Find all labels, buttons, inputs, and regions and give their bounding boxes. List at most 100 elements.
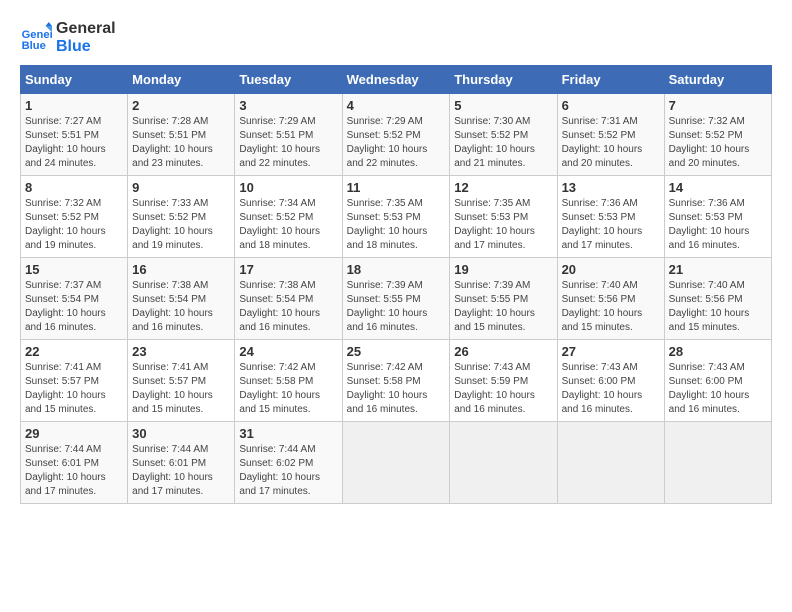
calendar-cell: 8Sunrise: 7:32 AMSunset: 5:52 PMDaylight… [21,176,128,258]
day-number: 21 [669,262,767,277]
calendar-week-row: 22Sunrise: 7:41 AMSunset: 5:57 PMDayligh… [21,340,772,422]
calendar-cell: 5 Sunrise: 7:30 AMSunset: 5:52 PMDaylight… [450,94,557,176]
logo-text-blue: Blue [56,38,116,56]
day-info: Sunrise: 7:33 AMSunset: 5:52 PMDaylight:… [132,197,230,253]
day-info: Sunrise: 7:38 AMSunset: 5:54 PMDaylight:… [239,279,337,335]
day-number: 24 [239,344,337,359]
calendar-week-row: 15Sunrise: 7:37 AMSunset: 5:54 PMDayligh… [21,258,772,340]
calendar-cell: 31 Sunrise: 7:44 AMSunset: 6:02 PMDayligh… [235,422,342,504]
day-number: 19 [454,262,552,277]
day-number: 1 [25,98,123,113]
day-info: Sunrise: 7:44 AMSunset: 6:02 PMDaylight:… [239,443,337,499]
calendar-cell: 13Sunrise: 7:36 AMSunset: 5:53 PMDayligh… [557,176,664,258]
header: General Blue General Blue [20,20,772,55]
day-number: 5 [454,98,552,113]
calendar-cell: 7 Sunrise: 7:32 AMSunset: 5:52 PMDaylight… [664,94,771,176]
day-number: 27 [562,344,660,359]
day-number: 31 [239,426,337,441]
calendar-cell: 12Sunrise: 7:35 AMSunset: 5:53 PMDayligh… [450,176,557,258]
day-info: Sunrise: 7:42 AMSunset: 5:58 PMDaylight:… [239,361,337,417]
calendar-cell: 15Sunrise: 7:37 AMSunset: 5:54 PMDayligh… [21,258,128,340]
day-number: 7 [669,98,767,113]
calendar-cell: 10 Sunrise: 7:34 AMSunset: 5:52 PMDayligh… [235,176,342,258]
calendar-body: 1 Sunrise: 7:27 AMSunset: 5:51 PMDaylight… [21,94,772,504]
day-info: Sunrise: 7:39 AMSunset: 5:55 PMDaylight:… [347,279,446,335]
calendar-cell: 23 Sunrise: 7:41 AMSunset: 5:57 PMDayligh… [128,340,235,422]
day-number: 28 [669,344,767,359]
calendar-cell: 6Sunrise: 7:31 AMSunset: 5:52 PMDaylight… [557,94,664,176]
calendar-cell: 25 Sunrise: 7:42 AMSunset: 5:58 PMDayligh… [342,340,450,422]
day-number: 30 [132,426,230,441]
calendar-cell: 16 Sunrise: 7:38 AMSunset: 5:54 PMDayligh… [128,258,235,340]
day-number: 20 [562,262,660,277]
calendar-cell: 14Sunrise: 7:36 AMSunset: 5:53 PMDayligh… [664,176,771,258]
calendar-cell [342,422,450,504]
day-number: 11 [347,180,446,195]
calendar-cell: 19 Sunrise: 7:39 AMSunset: 5:55 PMDayligh… [450,258,557,340]
calendar-week-row: 8Sunrise: 7:32 AMSunset: 5:52 PMDaylight… [21,176,772,258]
calendar-cell: 28 Sunrise: 7:43 AMSunset: 6:00 PMDayligh… [664,340,771,422]
day-number: 16 [132,262,230,277]
day-info: Sunrise: 7:44 AMSunset: 6:01 PMDaylight:… [25,443,123,499]
calendar-week-row: 1 Sunrise: 7:27 AMSunset: 5:51 PMDaylight… [21,94,772,176]
calendar-week-row: 29 Sunrise: 7:44 AMSunset: 6:01 PMDayligh… [21,422,772,504]
calendar-cell: 17 Sunrise: 7:38 AMSunset: 5:54 PMDayligh… [235,258,342,340]
calendar-cell: 21 Sunrise: 7:40 AMSunset: 5:56 PMDayligh… [664,258,771,340]
calendar-cell: 20 Sunrise: 7:40 AMSunset: 5:56 PMDayligh… [557,258,664,340]
day-info: Sunrise: 7:41 AMSunset: 5:57 PMDaylight:… [132,361,230,417]
day-info: Sunrise: 7:42 AMSunset: 5:58 PMDaylight:… [347,361,446,417]
calendar-cell [557,422,664,504]
calendar-header-wednesday: Wednesday [342,66,450,94]
calendar-header-saturday: Saturday [664,66,771,94]
day-number: 23 [132,344,230,359]
day-number: 15 [25,262,123,277]
day-info: Sunrise: 7:30 AMSunset: 5:52 PMDaylight:… [454,115,552,171]
calendar-cell: 18 Sunrise: 7:39 AMSunset: 5:55 PMDayligh… [342,258,450,340]
calendar-header-monday: Monday [128,66,235,94]
day-info: Sunrise: 7:43 AMSunset: 6:00 PMDaylight:… [562,361,660,417]
logo-text-general: General [56,20,116,38]
calendar-header-thursday: Thursday [450,66,557,94]
day-info: Sunrise: 7:32 AMSunset: 5:52 PMDaylight:… [669,115,767,171]
calendar-cell: 22Sunrise: 7:41 AMSunset: 5:57 PMDayligh… [21,340,128,422]
day-info: Sunrise: 7:34 AMSunset: 5:52 PMDaylight:… [239,197,337,253]
calendar-cell: 29 Sunrise: 7:44 AMSunset: 6:01 PMDayligh… [21,422,128,504]
day-number: 18 [347,262,446,277]
day-info: Sunrise: 7:40 AMSunset: 5:56 PMDaylight:… [562,279,660,335]
calendar-header-friday: Friday [557,66,664,94]
day-info: Sunrise: 7:29 AMSunset: 5:52 PMDaylight:… [347,115,446,171]
calendar-cell: 30Sunrise: 7:44 AMSunset: 6:01 PMDayligh… [128,422,235,504]
day-number: 13 [562,180,660,195]
day-info: Sunrise: 7:43 AMSunset: 5:59 PMDaylight:… [454,361,552,417]
calendar-header-row: SundayMondayTuesdayWednesdayThursdayFrid… [21,66,772,94]
calendar-cell: 9 Sunrise: 7:33 AMSunset: 5:52 PMDaylight… [128,176,235,258]
calendar-header-sunday: Sunday [21,66,128,94]
calendar-header-tuesday: Tuesday [235,66,342,94]
calendar-cell: 1 Sunrise: 7:27 AMSunset: 5:51 PMDaylight… [21,94,128,176]
calendar-table: SundayMondayTuesdayWednesdayThursdayFrid… [20,65,772,504]
day-number: 25 [347,344,446,359]
day-info: Sunrise: 7:41 AMSunset: 5:57 PMDaylight:… [25,361,123,417]
day-number: 10 [239,180,337,195]
calendar-cell: 24 Sunrise: 7:42 AMSunset: 5:58 PMDayligh… [235,340,342,422]
day-info: Sunrise: 7:39 AMSunset: 5:55 PMDaylight:… [454,279,552,335]
calendar-cell: 3 Sunrise: 7:29 AMSunset: 5:51 PMDaylight… [235,94,342,176]
day-number: 12 [454,180,552,195]
day-number: 17 [239,262,337,277]
day-info: Sunrise: 7:43 AMSunset: 6:00 PMDaylight:… [669,361,767,417]
calendar-cell: 4 Sunrise: 7:29 AMSunset: 5:52 PMDaylight… [342,94,450,176]
day-info: Sunrise: 7:31 AMSunset: 5:52 PMDaylight:… [562,115,660,171]
day-info: Sunrise: 7:36 AMSunset: 5:53 PMDaylight:… [669,197,767,253]
day-number: 4 [347,98,446,113]
day-number: 9 [132,180,230,195]
day-number: 3 [239,98,337,113]
day-info: Sunrise: 7:29 AMSunset: 5:51 PMDaylight:… [239,115,337,171]
day-info: Sunrise: 7:40 AMSunset: 5:56 PMDaylight:… [669,279,767,335]
day-info: Sunrise: 7:38 AMSunset: 5:54 PMDaylight:… [132,279,230,335]
calendar-cell: 26Sunrise: 7:43 AMSunset: 5:59 PMDayligh… [450,340,557,422]
day-number: 29 [25,426,123,441]
logo: General Blue General Blue [20,20,116,55]
svg-text:Blue: Blue [22,40,46,52]
calendar-cell: 2Sunrise: 7:28 AMSunset: 5:51 PMDaylight… [128,94,235,176]
day-info: Sunrise: 7:27 AMSunset: 5:51 PMDaylight:… [25,115,123,171]
